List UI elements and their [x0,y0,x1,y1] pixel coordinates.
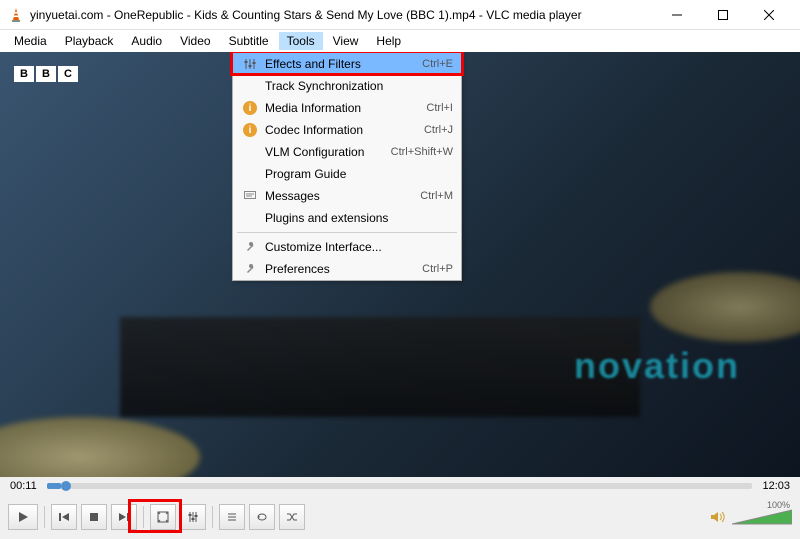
info-icon: i [241,123,259,137]
video-content [650,272,800,342]
close-button[interactable] [746,0,792,30]
window-title: yinyuetai.com - OneRepublic - Kids & Cou… [30,8,654,22]
previous-button[interactable] [51,504,77,530]
fullscreen-button[interactable] [150,504,176,530]
menu-track-sync[interactable]: Track Synchronization [233,75,461,97]
menu-separator [237,232,457,233]
titlebar: yinyuetai.com - OneRepublic - Kids & Cou… [0,0,800,30]
minimize-button[interactable] [654,0,700,30]
seek-bar-row: 00:11 12:03 [0,477,800,495]
volume-percent: 100% [767,500,790,510]
menu-customize[interactable]: Customize Interface... [233,236,461,258]
shuffle-button[interactable] [279,504,305,530]
menu-vlm-config[interactable]: VLM Configuration Ctrl+Shift+W [233,141,461,163]
extended-settings-button[interactable] [180,504,206,530]
menu-preferences[interactable]: Preferences Ctrl+P [233,258,461,280]
menu-view[interactable]: View [325,32,367,50]
video-brand-text: novation [574,345,740,387]
menu-codec-info[interactable]: i Codec Information Ctrl+J [233,119,461,141]
playlist-button[interactable] [219,504,245,530]
stop-button[interactable] [81,504,107,530]
time-total[interactable]: 12:03 [762,480,790,492]
menu-messages[interactable]: Messages Ctrl+M [233,185,461,207]
messages-icon [241,191,259,201]
menu-audio[interactable]: Audio [123,32,170,50]
menu-media-info[interactable]: i Media Information Ctrl+I [233,97,461,119]
menu-video[interactable]: Video [172,32,218,50]
next-button[interactable] [111,504,137,530]
wrench-icon [241,241,259,253]
menu-program-guide[interactable]: Program Guide [233,163,461,185]
info-icon: i [241,101,259,115]
window-buttons [654,0,792,30]
seek-thumb[interactable] [61,481,71,491]
play-button[interactable] [8,504,38,530]
seek-slider[interactable] [47,483,753,489]
controls-toolbar: 100% [0,495,800,539]
video-area[interactable]: B B C novation Effects and Filters Ctrl+… [0,52,800,477]
volume-slider[interactable]: 100% [732,508,792,526]
menu-media[interactable]: Media [6,32,55,50]
sliders-icon [241,58,259,70]
menu-help[interactable]: Help [368,32,409,50]
tools-dropdown: Effects and Filters Ctrl+E Track Synchro… [232,52,462,281]
video-content [0,417,200,477]
menu-subtitle[interactable]: Subtitle [221,32,277,50]
menu-tools[interactable]: Tools [279,32,323,50]
video-content [120,317,640,417]
menu-plugins[interactable]: Plugins and extensions [233,207,461,229]
vlc-cone-icon [8,7,24,23]
maximize-button[interactable] [700,0,746,30]
loop-button[interactable] [249,504,275,530]
speaker-icon[interactable] [708,507,728,527]
menu-effects-filters[interactable]: Effects and Filters Ctrl+E [233,53,461,75]
bbc-watermark: B B C [14,66,78,82]
wrench-icon [241,263,259,275]
time-elapsed[interactable]: 00:11 [10,480,37,492]
menu-playback[interactable]: Playback [57,32,122,50]
menubar: Media Playback Audio Video Subtitle Tool… [0,30,800,52]
